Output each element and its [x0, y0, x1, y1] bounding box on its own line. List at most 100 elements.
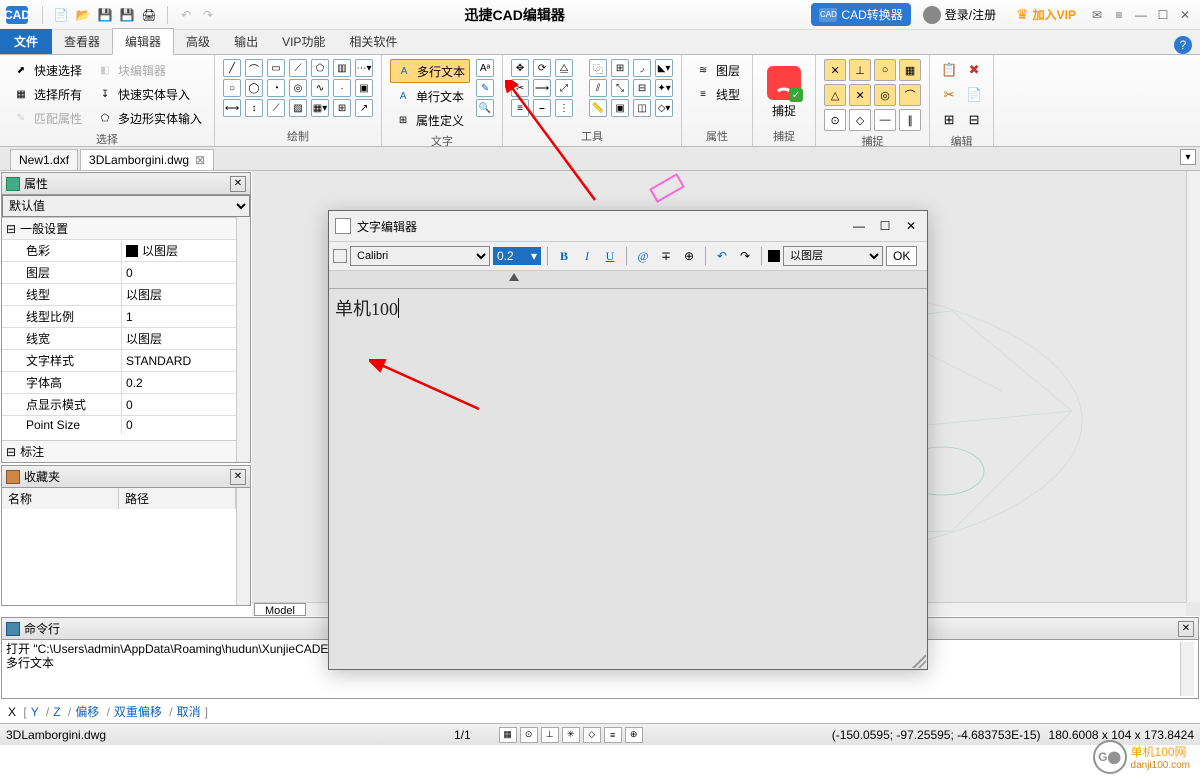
te-redo-icon[interactable]: ↷ [735, 246, 755, 266]
notify-icon[interactable]: ✉ [1088, 6, 1106, 24]
te-format-icon[interactable] [333, 249, 347, 263]
toggle-osnap-icon[interactable]: ◇ [583, 727, 601, 743]
te-ruler-marker[interactable] [509, 273, 519, 281]
prop-row-tstyle[interactable]: 文字样式STANDARD [2, 349, 236, 371]
toggle-ortho-icon[interactable]: ⊥ [541, 727, 559, 743]
select-all-button[interactable]: ▦选择所有 [8, 83, 86, 105]
tool-move-icon[interactable]: ✥ [511, 59, 529, 77]
prop-row-color[interactable]: 色彩以图层 [2, 239, 236, 261]
tool-stretch-icon[interactable]: ⤢ [555, 79, 573, 97]
menu-vip[interactable]: VIP功能 [270, 29, 337, 54]
menu-viewer[interactable]: 查看器 [52, 29, 112, 54]
snap-perp-icon[interactable]: ⊥ [849, 59, 871, 81]
draw-rect-icon[interactable]: ▭ [267, 59, 285, 77]
snap-nea-icon[interactable]: ⊙ [824, 109, 846, 131]
prop-section-dim[interactable]: ⊟ 标注 [2, 440, 236, 462]
tool-extend-icon[interactable]: ⟶ [533, 79, 551, 97]
snap-circ-icon[interactable]: ○ [874, 59, 896, 81]
maximize-icon[interactable]: ☐ [1154, 6, 1172, 24]
linetype-button[interactable]: ≡线型 [690, 83, 744, 105]
poly-input-button[interactable]: ⬠多边形实体输入 [92, 107, 206, 129]
cmd-scrollbar[interactable] [1180, 642, 1194, 696]
edit-delete-icon[interactable]: ✖ [963, 59, 985, 81]
vip-button[interactable]: ♛加入VIP [1008, 3, 1084, 26]
attdef-button[interactable]: ⊞属性定义 [390, 109, 470, 131]
snap-cen-icon[interactable]: ◎ [874, 84, 896, 106]
properties-close-icon[interactable]: ✕ [230, 176, 246, 192]
layer-button[interactable]: ≋图层 [690, 59, 744, 81]
tool-break-icon[interactable]: ⊟ [633, 79, 651, 97]
snap-tan-icon[interactable]: ⌒ [899, 84, 921, 106]
snap-qua-icon[interactable]: ◇ [849, 109, 871, 131]
menu-editor[interactable]: 编辑器 [112, 28, 174, 55]
tool-join-icon[interactable]: ⎯ [533, 99, 551, 117]
draw-hatch-icon[interactable]: ▥ [333, 59, 351, 77]
edit-copy-icon[interactable]: 📋 [938, 59, 960, 81]
toggle-polar-icon[interactable]: ✳ [562, 727, 580, 743]
qat-redo-icon[interactable]: ↷ [198, 5, 218, 25]
edit-redo2-icon[interactable]: ⊟ [963, 109, 985, 131]
quick-select-button[interactable]: ⬈快速选择 [8, 59, 86, 81]
tool-rotate-icon[interactable]: ⟳ [533, 59, 551, 77]
tool-offset-icon[interactable]: ⫽ [589, 79, 607, 97]
mtext-button[interactable]: A多行文本 [390, 59, 470, 83]
block-editor-button[interactable]: ◧块编辑器 [92, 59, 206, 81]
te-bold-button[interactable]: B [554, 246, 574, 266]
stext-button[interactable]: A单行文本 [390, 85, 470, 107]
model-tab[interactable]: Model [254, 603, 306, 616]
te-underline-button[interactable]: U [600, 246, 620, 266]
toggle-dyn-icon[interactable]: ⊕ [625, 727, 643, 743]
te-text-content[interactable]: 单机100 [335, 299, 398, 319]
canvas-scroll-v[interactable] [1186, 171, 1200, 602]
tool-divide-icon[interactable]: ⋮ [555, 99, 573, 117]
tool-group-icon[interactable]: ▣ [611, 99, 629, 117]
minimize-icon[interactable]: — [1132, 6, 1150, 24]
te-symbol-icon[interactable]: ⊕ [679, 246, 699, 266]
snap-end-icon[interactable]: ✕ [824, 59, 846, 81]
tool-array-icon[interactable]: ⊞ [611, 59, 629, 77]
qat-open-icon[interactable]: 📂 [73, 5, 93, 25]
link-y[interactable]: Y [31, 705, 39, 719]
texteditor-min-icon[interactable]: — [849, 216, 869, 236]
draw-grid-icon[interactable]: ▦▾ [311, 99, 329, 117]
edit-cut-icon[interactable]: ✂ [938, 84, 960, 106]
prop-row-linetype[interactable]: 线型以图层 [2, 283, 236, 305]
draw-angle-icon[interactable]: ⟋ [289, 59, 307, 77]
doctab-close-icon[interactable]: ⊠ [195, 153, 205, 167]
te-size-input[interactable]: 0.2 ▾ [493, 247, 541, 265]
doctab-new1[interactable]: New1.dxf [10, 149, 78, 170]
menu-file[interactable]: 文件 [0, 29, 52, 54]
link-doffset[interactable]: 双重偏移 [114, 705, 162, 719]
tool-fillet-icon[interactable]: ◞ [633, 59, 651, 77]
te-ruler[interactable] [329, 271, 927, 289]
draw-dim3-icon[interactable]: ⟋ [267, 99, 285, 117]
tool-copy-icon[interactable]: ⿻ [589, 59, 607, 77]
prop-row-pmode[interactable]: 点显示模式0 [2, 393, 236, 415]
fav-col-path[interactable]: 路径 [119, 488, 236, 509]
favorites-close-icon[interactable]: ✕ [230, 469, 246, 485]
te-canvas[interactable]: 单机100 [329, 289, 927, 669]
tool-ungroup-icon[interactable]: ◫ [633, 99, 651, 117]
qat-save-icon[interactable]: 💾 [95, 5, 115, 25]
draw-leader-icon[interactable]: ↗ [355, 99, 373, 117]
doctab-lamborgini[interactable]: 3DLamborgini.dwg⊠ [80, 149, 214, 170]
snap-ext-icon[interactable]: — [874, 109, 896, 131]
prop-section-general[interactable]: ⊟ 一般设置 [2, 217, 236, 239]
draw-block-icon[interactable]: ▣ [355, 79, 373, 97]
prop-row-psize[interactable]: Point Size0 [2, 415, 236, 434]
text-find-icon[interactable]: 🔍 [476, 99, 494, 117]
prop-row-layer[interactable]: 图层0 [2, 261, 236, 283]
tool-explode-icon[interactable]: ✦▾ [655, 79, 673, 97]
qat-undo-icon[interactable]: ↶ [176, 5, 196, 25]
draw-line-icon[interactable]: ╱ [223, 59, 241, 77]
te-ok-button[interactable]: OK [886, 246, 917, 266]
te-color-select[interactable]: 以图层 [783, 246, 883, 266]
tool-trim-icon[interactable]: ✂ [511, 79, 529, 97]
te-resize-handle[interactable] [912, 654, 926, 668]
tool-measure-icon[interactable]: 📏 [589, 99, 607, 117]
draw-hatch2-icon[interactable]: ▨ [289, 99, 307, 117]
toggle-snap-icon[interactable]: ⊙ [520, 727, 538, 743]
texteditor-max-icon[interactable]: ☐ [875, 216, 895, 236]
properties-selector[interactable]: 默认值 [2, 195, 250, 217]
fav-col-name[interactable]: 名称 [2, 488, 119, 509]
